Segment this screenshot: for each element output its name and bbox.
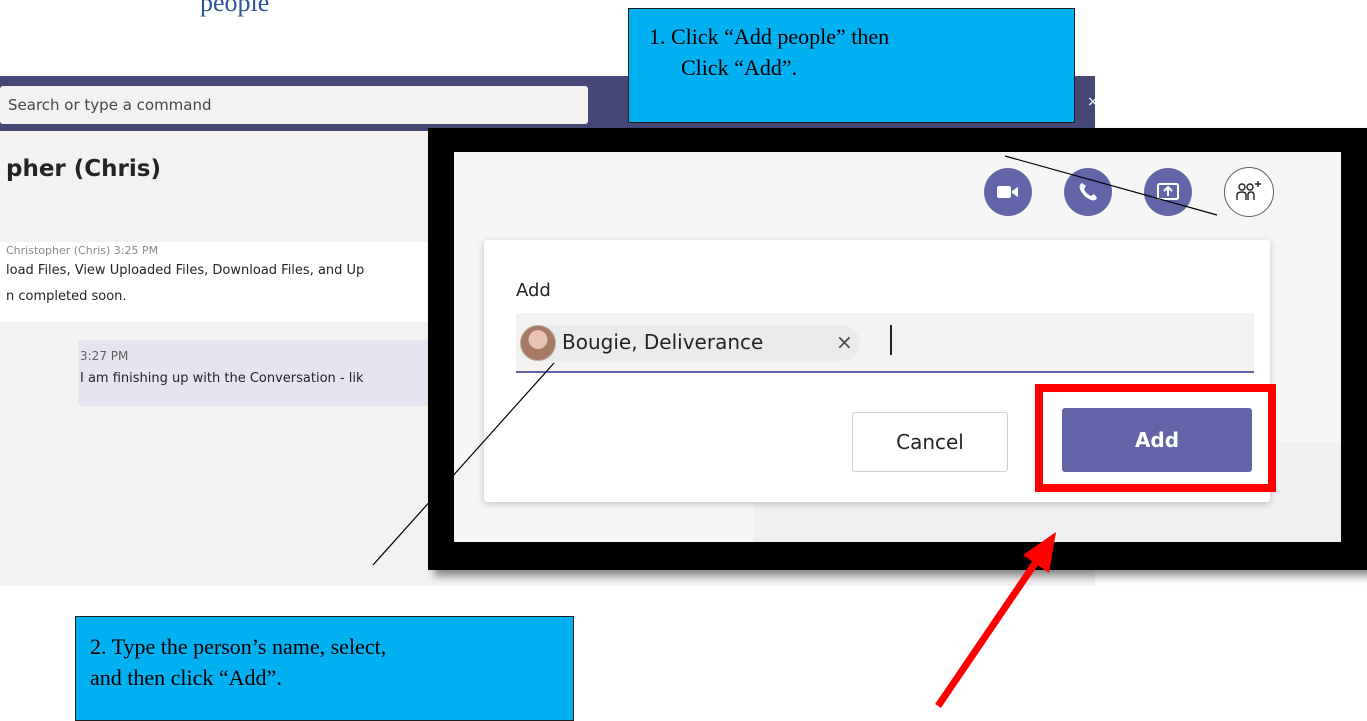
red-arrow-shaft (935, 554, 1043, 708)
callout-2-leader-line (372, 362, 555, 566)
annotation-overlay (372, 155, 1218, 708)
red-arrow-head (1023, 532, 1056, 573)
callout-1-leader-line (1004, 155, 1218, 216)
